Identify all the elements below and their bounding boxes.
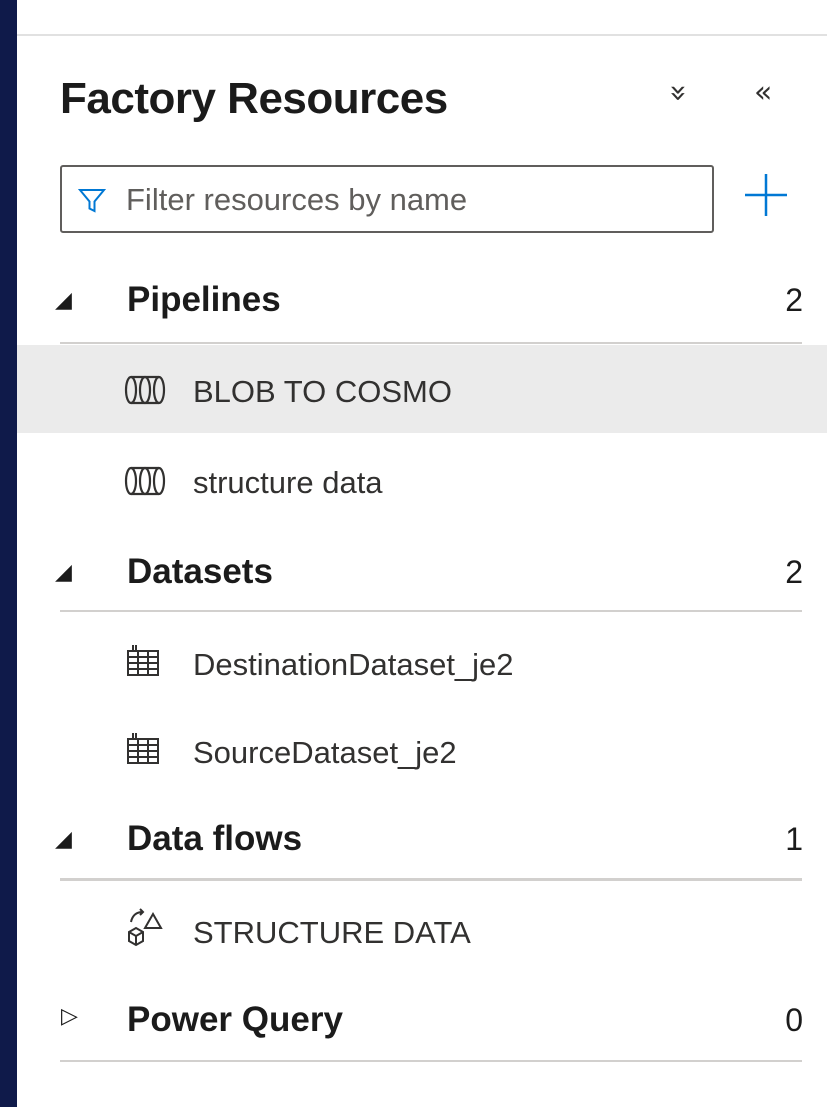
dataset-label: SourceDataset_je2	[193, 735, 457, 770]
section-name: Pipelines	[127, 280, 281, 319]
section-power-query[interactable]: ▷ Power Query 0	[17, 974, 827, 1064]
dataset-item-destination[interactable]: DestinationDataset_je2	[17, 618, 827, 706]
dataset-item-source[interactable]: SourceDataset_je2	[17, 706, 827, 794]
section-divider	[60, 610, 802, 612]
expand-all-icon[interactable]: »	[661, 84, 696, 102]
collapse-panel-icon[interactable]: «	[754, 78, 772, 108]
section-name: Power Query	[127, 1000, 343, 1039]
section-count: 2	[785, 282, 803, 318]
dataflow-item-structure-data[interactable]: STRUCTURE DATA	[17, 886, 827, 974]
pipeline-item-structure-data[interactable]: structure data	[17, 436, 827, 524]
dataset-table-icon	[127, 645, 159, 676]
section-data-flows[interactable]: ◢ Data flows 1	[17, 793, 827, 883]
expanded-caret-icon: ◢	[55, 288, 72, 313]
section-divider	[60, 1060, 802, 1062]
dataflow-icon	[128, 908, 163, 947]
section-count: 1	[785, 821, 803, 857]
panel-title: Factory Resources	[60, 74, 448, 123]
pipeline-icon	[124, 466, 166, 496]
section-name: Datasets	[127, 552, 273, 591]
section-name: Data flows	[127, 819, 303, 858]
section-count: 2	[785, 554, 803, 590]
add-resource-button[interactable]	[743, 172, 789, 218]
expanded-caret-icon: ◢	[55, 827, 72, 852]
dataset-label: DestinationDataset_je2	[193, 647, 514, 682]
filter-box	[60, 165, 714, 233]
dataset-table-icon	[127, 733, 159, 764]
section-pipelines[interactable]: ◢ Pipelines 2	[17, 254, 827, 344]
top-divider	[17, 34, 827, 36]
pipeline-label: BLOB TO COSMO	[193, 374, 452, 409]
section-divider	[60, 342, 802, 344]
dataflow-label: STRUCTURE DATA	[193, 915, 471, 950]
section-datasets[interactable]: ◢ Datasets 2	[17, 526, 827, 616]
section-count: 0	[785, 1002, 803, 1038]
pipeline-item-blob-to-cosmo[interactable]: BLOB TO COSMO	[17, 345, 827, 433]
filter-icon	[78, 189, 106, 213]
filter-resources-input[interactable]	[124, 177, 698, 223]
section-divider	[60, 878, 802, 881]
factory-resources-panel: Factory Resources » « ◢ Pipelines 2 BLOB…	[17, 0, 827, 1107]
pipeline-label: structure data	[193, 465, 383, 500]
pipeline-icon	[124, 375, 166, 405]
collapsed-caret-icon: ▷	[61, 1004, 78, 1029]
expanded-caret-icon: ◢	[55, 560, 72, 585]
